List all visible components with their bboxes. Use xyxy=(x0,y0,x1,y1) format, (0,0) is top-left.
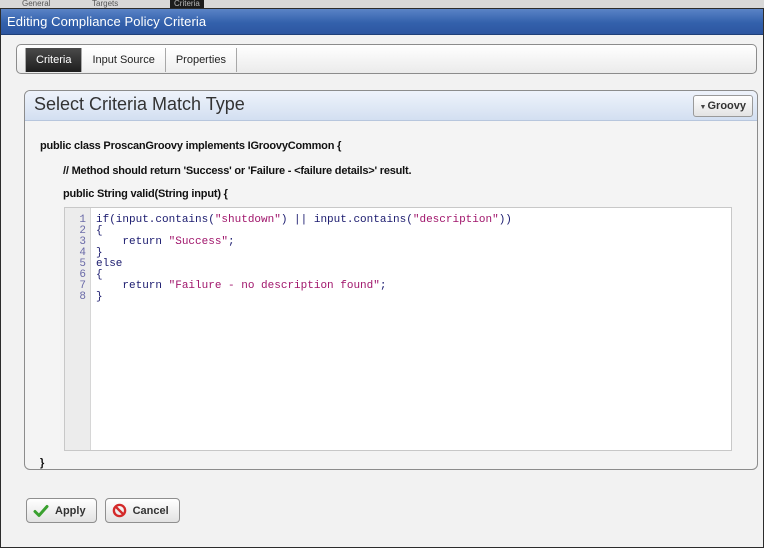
code-string-literal: "Failure - no description found" xyxy=(168,280,380,292)
class-declaration: public class ProscanGroovy implements IG… xyxy=(40,140,342,152)
apply-button[interactable]: Apply xyxy=(26,498,97,523)
tab-strip: Criteria Input Source Properties xyxy=(25,48,237,72)
background-tab-label: General xyxy=(22,0,51,8)
method-comment: // Method should return 'Success' or 'Fa… xyxy=(63,165,412,177)
method-declaration: public String valid(String input) { xyxy=(63,188,228,200)
class-closing-brace: } xyxy=(40,457,45,469)
dialog-buttons: Apply Cancel xyxy=(26,498,180,523)
code-token: if(input.contains( xyxy=(96,214,215,226)
code-token: ; xyxy=(228,236,235,248)
code-line: } xyxy=(96,292,103,303)
code-token: return xyxy=(96,236,169,248)
code-token: ; xyxy=(379,280,387,292)
tab-properties[interactable]: Properties xyxy=(165,48,237,72)
code-line: return "Failure - no description found"; xyxy=(96,281,386,292)
code-line: if(input.contains("shutdown") || input.c… xyxy=(96,215,512,226)
background-tab-label: Targets xyxy=(92,0,119,8)
tab-criteria[interactable]: Criteria xyxy=(26,48,83,72)
code-string-literal: "shutdown" xyxy=(214,214,281,226)
dialog-title: Editing Compliance Policy Criteria xyxy=(1,9,763,35)
line-number-gutter: 1 2 3 4 5 6 7 8 xyxy=(65,208,91,450)
panel-header: Select Criteria Match Type ▼Groovy xyxy=(25,91,757,121)
check-icon xyxy=(33,504,49,517)
code-string-literal: "Success" xyxy=(168,236,229,248)
tab-input-source[interactable]: Input Source xyxy=(82,48,166,72)
code-token: )) xyxy=(498,214,512,226)
background-tab-label: Criteria xyxy=(170,0,204,8)
cancel-icon xyxy=(112,503,126,518)
cancel-button[interactable]: Cancel xyxy=(104,498,180,523)
code-token: ) || input.contains( xyxy=(280,214,413,226)
code-token: } xyxy=(96,291,103,303)
tab-bar: Criteria Input Source Properties xyxy=(16,44,757,74)
code-token: return xyxy=(96,280,169,292)
apply-button-label: Apply xyxy=(55,504,86,517)
code-string-literal: "description" xyxy=(412,214,499,226)
language-button-label: Groovy xyxy=(707,100,746,112)
code-line: return "Success"; xyxy=(96,236,235,248)
cancel-button-label: Cancel xyxy=(132,504,169,517)
code-editor[interactable]: 1 2 3 4 5 6 7 8 if(input.contains("shutd… xyxy=(64,207,732,451)
line-number: 8 xyxy=(79,291,86,303)
language-dropdown-button[interactable]: ▼Groovy xyxy=(692,95,753,117)
caret-down-icon: ▼ xyxy=(699,104,707,111)
panel-title: Select Criteria Match Type xyxy=(34,94,245,114)
